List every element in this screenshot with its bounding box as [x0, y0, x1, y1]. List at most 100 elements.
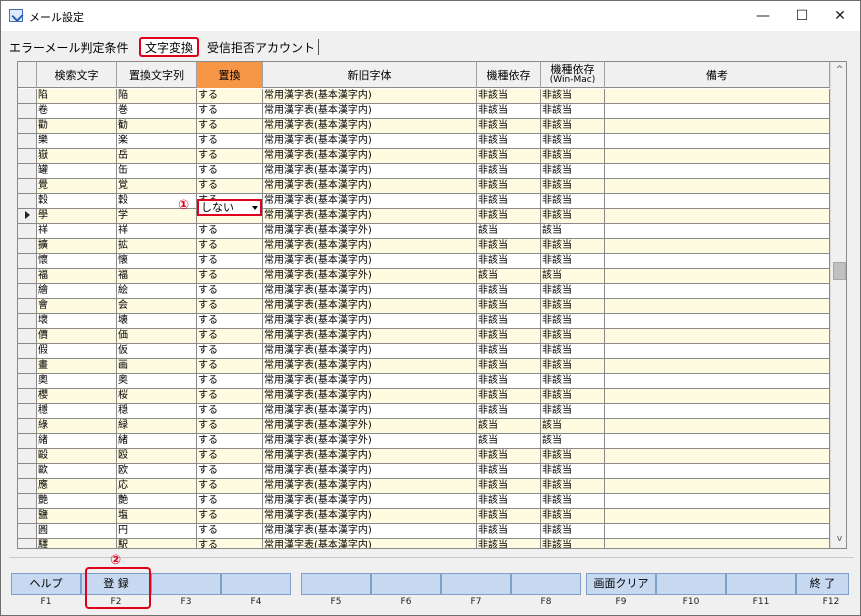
table-row[interactable]: 假仮する 常用漢字表(基本漢字内) 非該当 非該当 — [18, 344, 830, 359]
replace-string-cell[interactable]: 仮 — [117, 344, 197, 359]
replace-string-cell[interactable]: 欧 — [117, 464, 197, 479]
search-char-cell[interactable]: 罐 — [37, 164, 117, 179]
notes-cell[interactable] — [605, 164, 830, 179]
row-indicator[interactable] — [18, 284, 37, 299]
search-char-cell[interactable]: 艷 — [37, 494, 117, 509]
platform-cell[interactable]: 該当 — [477, 419, 541, 434]
table-row[interactable]: 覺覚する 常用漢字表(基本漢字内) 非該当 非該当 — [18, 179, 830, 194]
notes-cell[interactable] — [605, 194, 830, 209]
replace-string-cell[interactable]: 画 — [117, 359, 197, 374]
platform-winmac-cell[interactable]: 非該当 — [541, 449, 605, 464]
font-class-cell[interactable]: 常用漢字表(基本漢字内) — [263, 89, 477, 104]
table-row[interactable]: 奧奥する 常用漢字表(基本漢字内) 非該当 非該当 — [18, 374, 830, 389]
platform-cell[interactable]: 非該当 — [477, 494, 541, 509]
table-row[interactable]: 緖緒する 常用漢字表(基本漢字外) 該当 該当 — [18, 434, 830, 449]
table-row[interactable]: 應応する 常用漢字表(基本漢字内) 非該当 非該当 — [18, 479, 830, 494]
replace-string-cell[interactable]: 穏 — [117, 404, 197, 419]
row-indicator[interactable] — [18, 314, 37, 329]
row-indicator[interactable] — [18, 464, 37, 479]
row-indicator[interactable] — [18, 104, 37, 119]
platform-cell[interactable]: 非該当 — [477, 344, 541, 359]
platform-winmac-cell[interactable]: 非該当 — [541, 194, 605, 209]
row-indicator[interactable] — [18, 89, 37, 104]
platform-cell[interactable]: 非該当 — [477, 119, 541, 134]
replace-string-cell[interactable]: 会 — [117, 299, 197, 314]
row-indicator[interactable] — [18, 404, 37, 419]
replace-cell[interactable]: する — [197, 419, 263, 434]
table-row[interactable]: 價価する 常用漢字表(基本漢字内) 非該当 非該当 — [18, 329, 830, 344]
replace-cell[interactable]: する — [197, 494, 263, 509]
replace-string-cell[interactable]: 岳 — [117, 149, 197, 164]
table-row[interactable]: 學学常用漢字表(基本漢字内) 非該当 非該当 — [18, 209, 830, 224]
table-row[interactable]: 樂楽する 常用漢字表(基本漢字内) 非該当 非該当 — [18, 134, 830, 149]
row-indicator[interactable] — [18, 479, 37, 494]
platform-cell[interactable]: 非該当 — [477, 374, 541, 389]
search-char-cell[interactable]: 歐 — [37, 464, 117, 479]
search-char-cell[interactable]: 穩 — [37, 404, 117, 419]
font-class-cell[interactable]: 常用漢字表(基本漢字内) — [263, 329, 477, 344]
tab-char-convert[interactable]: 文字変換 — [139, 37, 200, 57]
row-indicator[interactable] — [18, 269, 37, 284]
row-indicator[interactable] — [18, 134, 37, 149]
replace-cell[interactable]: する — [197, 314, 263, 329]
replace-string-cell[interactable]: 覚 — [117, 179, 197, 194]
search-char-cell[interactable]: 學 — [37, 209, 117, 224]
replace-string-cell[interactable]: 懐 — [117, 254, 197, 269]
platform-cell[interactable]: 非該当 — [477, 524, 541, 539]
notes-cell[interactable] — [605, 419, 830, 434]
replace-cell[interactable]: する — [197, 434, 263, 449]
font-class-cell[interactable]: 常用漢字表(基本漢字内) — [263, 299, 477, 314]
row-indicator[interactable] — [18, 149, 37, 164]
fkey-f6-button[interactable] — [371, 573, 441, 595]
platform-cell[interactable]: 非該当 — [477, 509, 541, 524]
search-char-cell[interactable]: 勸 — [37, 119, 117, 134]
platform-winmac-cell[interactable]: 非該当 — [541, 149, 605, 164]
replace-string-cell[interactable]: 応 — [117, 479, 197, 494]
replace-string-cell[interactable]: 殴 — [117, 449, 197, 464]
row-indicator[interactable] — [18, 389, 37, 404]
replace-string-cell[interactable]: 緑 — [117, 419, 197, 434]
vertical-scrollbar[interactable]: ^ v — [830, 62, 846, 548]
font-class-cell[interactable]: 常用漢字表(基本漢字内) — [263, 194, 477, 209]
platform-cell[interactable]: 非該当 — [477, 209, 541, 224]
platform-cell[interactable]: 非該当 — [477, 314, 541, 329]
replace-cell[interactable]: する — [197, 389, 263, 404]
replace-cell[interactable]: する — [197, 374, 263, 389]
platform-winmac-cell[interactable]: 非該当 — [541, 359, 605, 374]
search-char-cell[interactable]: 穀 — [37, 194, 117, 209]
header-replace-string[interactable]: 置換文字列 — [117, 62, 197, 88]
platform-winmac-cell[interactable]: 非該当 — [541, 239, 605, 254]
search-char-cell[interactable]: 應 — [37, 479, 117, 494]
platform-winmac-cell[interactable]: 非該当 — [541, 524, 605, 539]
close-button[interactable]: ✕ — [823, 5, 857, 27]
row-indicator[interactable] — [18, 209, 37, 224]
font-class-cell[interactable]: 常用漢字表(基本漢字内) — [263, 149, 477, 164]
platform-winmac-cell[interactable]: 非該当 — [541, 179, 605, 194]
notes-cell[interactable] — [605, 539, 830, 548]
row-indicator[interactable] — [18, 434, 37, 449]
replace-cell[interactable]: する — [197, 404, 263, 419]
notes-cell[interactable] — [605, 314, 830, 329]
font-class-cell[interactable]: 常用漢字表(基本漢字内) — [263, 359, 477, 374]
search-char-cell[interactable]: 圓 — [37, 524, 117, 539]
fkey-f9-button[interactable]: 画面クリア — [586, 573, 656, 595]
row-indicator[interactable] — [18, 359, 37, 374]
table-row[interactable]: 驛駅する 常用漢字表(基本漢字内) 非該当 非該当 — [18, 539, 830, 548]
font-class-cell[interactable]: 常用漢字表(基本漢字内) — [263, 284, 477, 299]
scroll-down-icon[interactable]: v — [831, 531, 846, 548]
search-char-cell[interactable]: 嶽 — [37, 149, 117, 164]
notes-cell[interactable] — [605, 374, 830, 389]
notes-cell[interactable] — [605, 89, 830, 104]
replace-cell[interactable]: する — [197, 539, 263, 548]
replace-cell[interactable]: する — [197, 299, 263, 314]
platform-cell[interactable]: 非該当 — [477, 134, 541, 149]
platform-cell[interactable]: 非該当 — [477, 299, 541, 314]
table-row[interactable]: 櫻桜する 常用漢字表(基本漢字内) 非該当 非該当 — [18, 389, 830, 404]
font-class-cell[interactable]: 常用漢字表(基本漢字外) — [263, 419, 477, 434]
platform-winmac-cell[interactable]: 非該当 — [541, 164, 605, 179]
platform-winmac-cell[interactable]: 非該当 — [541, 314, 605, 329]
search-char-cell[interactable]: 假 — [37, 344, 117, 359]
platform-winmac-cell[interactable]: 非該当 — [541, 299, 605, 314]
font-class-cell[interactable]: 常用漢字表(基本漢字内) — [263, 134, 477, 149]
replace-cell[interactable]: する — [197, 149, 263, 164]
